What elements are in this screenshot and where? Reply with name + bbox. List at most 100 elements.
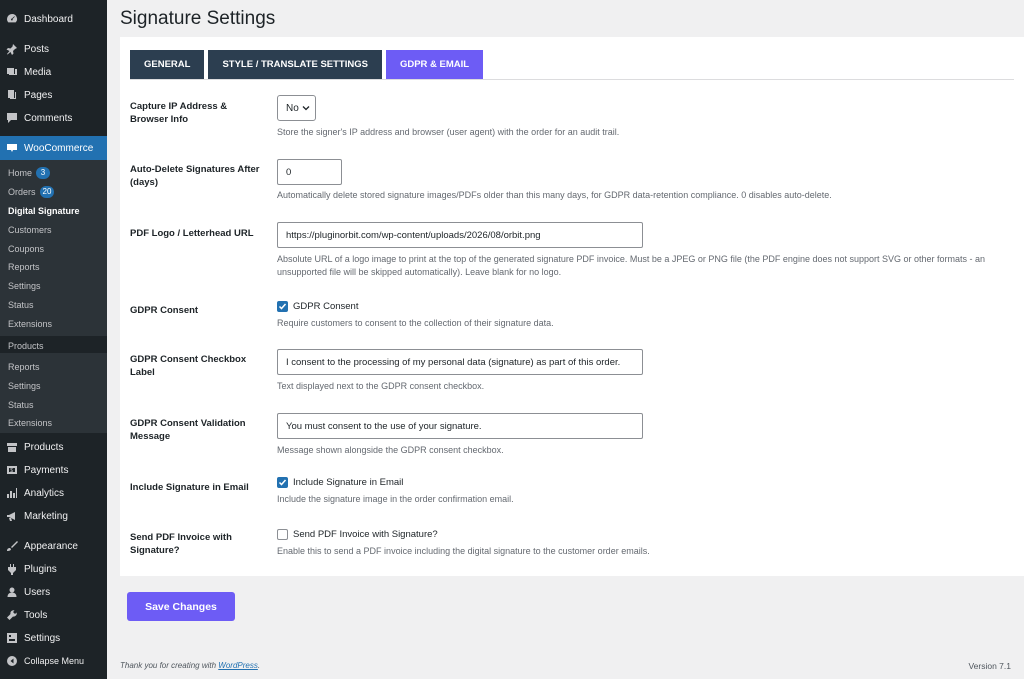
orders-count-badge: 20 [39,186,55,198]
woocommerce-icon [6,142,18,154]
submenu-settings[interactable]: Settings [0,277,107,295]
plugin-icon [6,563,18,575]
submenu-orders[interactable]: Orders 20 [0,183,107,201]
megaphone-icon [6,510,18,522]
menu-posts[interactable]: Posts [0,38,107,60]
menu-analytics[interactable]: Analytics [0,482,107,504]
menu-posts-label: Posts [24,43,50,55]
collapse-menu-button[interactable]: Collapse Menu [0,650,107,672]
users-icon [6,586,18,598]
menu-pages[interactable]: Pages [0,84,107,106]
gdpr-checkbox-label-label: GDPR Consent Checkbox Label [130,354,247,378]
gdpr-consent-checkbox-row[interactable]: GDPR Consent [277,301,358,312]
submenu-customers[interactable]: Customers [0,221,107,239]
menu-media-label: Media [24,66,52,78]
submenu-reports-2[interactable]: Reports [0,358,107,376]
woocommerce-submenu: Home 3 Orders 20 Digital Signature Custo… [0,160,107,336]
menu-marketing[interactable]: Marketing [0,505,107,527]
chevron-down-icon [302,106,310,111]
submenu-coupons[interactable]: Coupons [0,240,107,258]
menu-plugins[interactable]: Plugins [0,558,107,580]
menu-tools[interactable]: Tools [0,604,107,626]
media-icon [6,66,18,78]
submenu-reports[interactable]: Reports [0,258,107,276]
menu-appearance[interactable]: Appearance [0,535,107,557]
submenu-products-ghost: Products [0,339,107,353]
menu-products-label: Products [24,441,64,453]
gdpr-validation-label: GDPR Consent Validation Message [130,418,246,442]
submenu-extensions[interactable]: Extensions [0,315,107,333]
menu-appearance-label: Appearance [24,540,78,552]
menu-settings[interactable]: Settings [0,627,107,649]
footer-thanks: Thank you for creating with WordPress. [120,661,260,670]
capture-ip-select[interactable]: No [277,95,316,121]
capture-ip-description: Store the signer's IP address and browse… [277,127,620,137]
menu-comments[interactable]: Comments [0,107,107,129]
gdpr-consent-checkbox[interactable] [277,301,288,312]
settings-icon [6,632,18,644]
submenu-coupons-label: Coupons [8,244,45,254]
svg-text:$: $ [10,468,13,474]
collapse-icon [6,655,18,667]
footer-thanks-text: Thank you for creating with [120,661,219,670]
submenu-orders-label: Orders [8,187,36,197]
menu-products[interactable]: Products [0,436,107,458]
footer-thanks-suffix: . [257,661,261,670]
gdpr-checkbox-label-input[interactable]: I consent to the processing of my person… [277,349,643,375]
menu-analytics-label: Analytics [24,487,65,499]
submenu-settings-2[interactable]: Settings [0,377,107,395]
submenu-settings-label: Settings [8,281,41,291]
page-title: Signature Settings [120,8,276,29]
submenu-digital-signature[interactable]: Digital Signature [0,202,107,220]
include-email-checkbox-row[interactable]: Include Signature in Email [277,477,403,488]
send-pdf-checkbox-label: Send PDF Invoice with Signature? [293,529,438,540]
pdf-logo-label: PDF Logo / Letterhead URL [130,228,254,239]
menu-payments[interactable]: $ Payments [0,459,107,481]
checkmark-icon [278,303,287,310]
home-count-badge: 3 [36,167,51,179]
comment-icon [6,112,18,124]
submenu-digital-signature-label: Digital Signature [8,206,80,216]
submenu-home[interactable]: Home 3 [0,164,107,182]
pages-icon [6,89,18,101]
analytics-icon [6,487,18,499]
wordpress-link[interactable]: WordPress [218,661,258,670]
tab-style-translate[interactable]: STYLE / TRANSLATE SETTINGS [208,50,382,79]
send-pdf-checkbox-row[interactable]: Send PDF Invoice with Signature? [277,529,438,540]
menu-media[interactable]: Media [0,61,107,83]
capture-ip-label: Capture IP Address & Browser Info [130,101,228,125]
menu-woocommerce-label: WooCommerce [24,142,94,154]
menu-woocommerce[interactable]: WooCommerce [0,136,107,160]
admin-sidebar: Dashboard Posts Media Pages Comments Woo… [0,0,107,679]
submenu-status-2[interactable]: Status [0,396,107,414]
submenu-products-ghost-label: Products [8,341,44,351]
include-email-label: Include Signature in Email [130,482,249,493]
menu-users-label: Users [24,586,51,598]
products-icon [6,441,18,453]
pin-icon [6,43,18,55]
gdpr-validation-input[interactable]: You must consent to the use of your sign… [277,413,643,439]
save-changes-button[interactable]: Save Changes [127,592,235,621]
gdpr-consent-checkbox-label: GDPR Consent [293,301,359,312]
send-pdf-label: Send PDF Invoice with Signature? [130,532,232,556]
send-pdf-checkbox[interactable] [277,529,288,540]
payments-icon: $ [6,464,18,476]
pdf-logo-url-input[interactable]: https://pluginorbit.com/wp-content/uploa… [277,222,643,248]
include-email-description: Include the signature image in the order… [277,494,514,504]
duplicate-submenu: Reports Settings Status Extensions [0,353,107,433]
include-email-checkbox[interactable] [277,477,288,488]
submenu-home-label: Home [8,168,33,178]
menu-pages-label: Pages [24,89,53,101]
pdf-logo-description: Absolute URL of a logo image to print at… [277,254,986,277]
gdpr-validation-description: Message shown alongside the GDPR consent… [277,445,504,455]
menu-dashboard[interactable]: Dashboard [0,8,107,30]
tab-gdpr-email[interactable]: GDPR & EMAIL [385,50,484,79]
tab-general[interactable]: GENERAL [130,50,205,79]
auto-delete-input[interactable]: 0 [277,159,342,185]
wrench-icon [6,609,18,621]
submenu-extensions-2[interactable]: Extensions [0,414,107,432]
menu-users[interactable]: Users [0,581,107,603]
submenu-status[interactable]: Status [0,296,107,314]
auto-delete-description: Automatically delete stored signature im… [277,190,832,200]
footer-version: Version 7.1 [968,661,1011,671]
